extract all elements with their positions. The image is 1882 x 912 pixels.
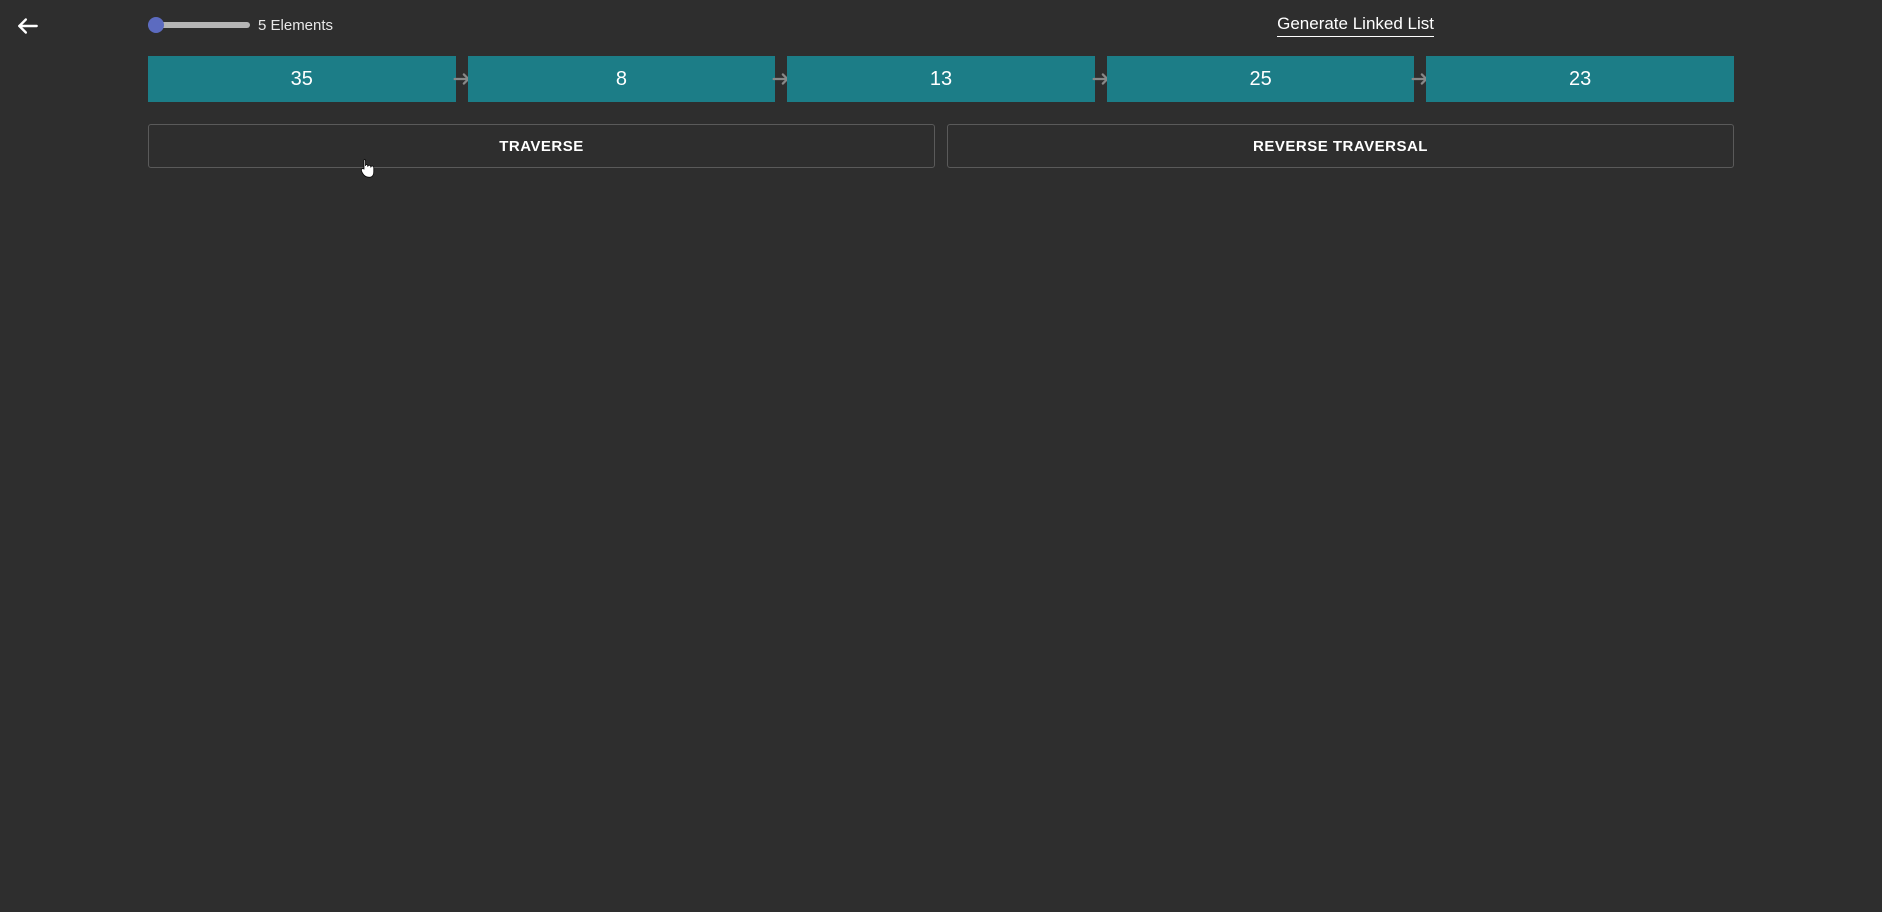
reverse-traversal-button[interactable]: Reverse Traversal bbox=[947, 124, 1734, 168]
list-node: 35 bbox=[148, 56, 456, 102]
arrow-left-icon bbox=[15, 13, 41, 44]
reverse-traversal-button-label: Reverse Traversal bbox=[1253, 138, 1428, 155]
traverse-button[interactable]: Traverse bbox=[148, 124, 935, 168]
slider-thumb[interactable] bbox=[148, 17, 164, 33]
list-node: 8 bbox=[468, 56, 776, 102]
arrow-right-icon bbox=[1414, 56, 1426, 102]
arrow-right-icon bbox=[775, 56, 787, 102]
list-node: 25 bbox=[1107, 56, 1415, 102]
back-button[interactable] bbox=[12, 12, 44, 44]
arrow-right-icon bbox=[456, 56, 468, 102]
traverse-button-label: Traverse bbox=[499, 138, 584, 155]
elements-slider[interactable] bbox=[148, 17, 250, 33]
list-node: 23 bbox=[1426, 56, 1734, 102]
slider-label: 5 Elements bbox=[258, 17, 333, 34]
arrow-right-icon bbox=[1095, 56, 1107, 102]
generate-linked-list-link[interactable]: Generate Linked List bbox=[1277, 14, 1434, 37]
linked-list-row: 35 8 13 25 23 bbox=[148, 56, 1734, 102]
list-node: 13 bbox=[787, 56, 1095, 102]
